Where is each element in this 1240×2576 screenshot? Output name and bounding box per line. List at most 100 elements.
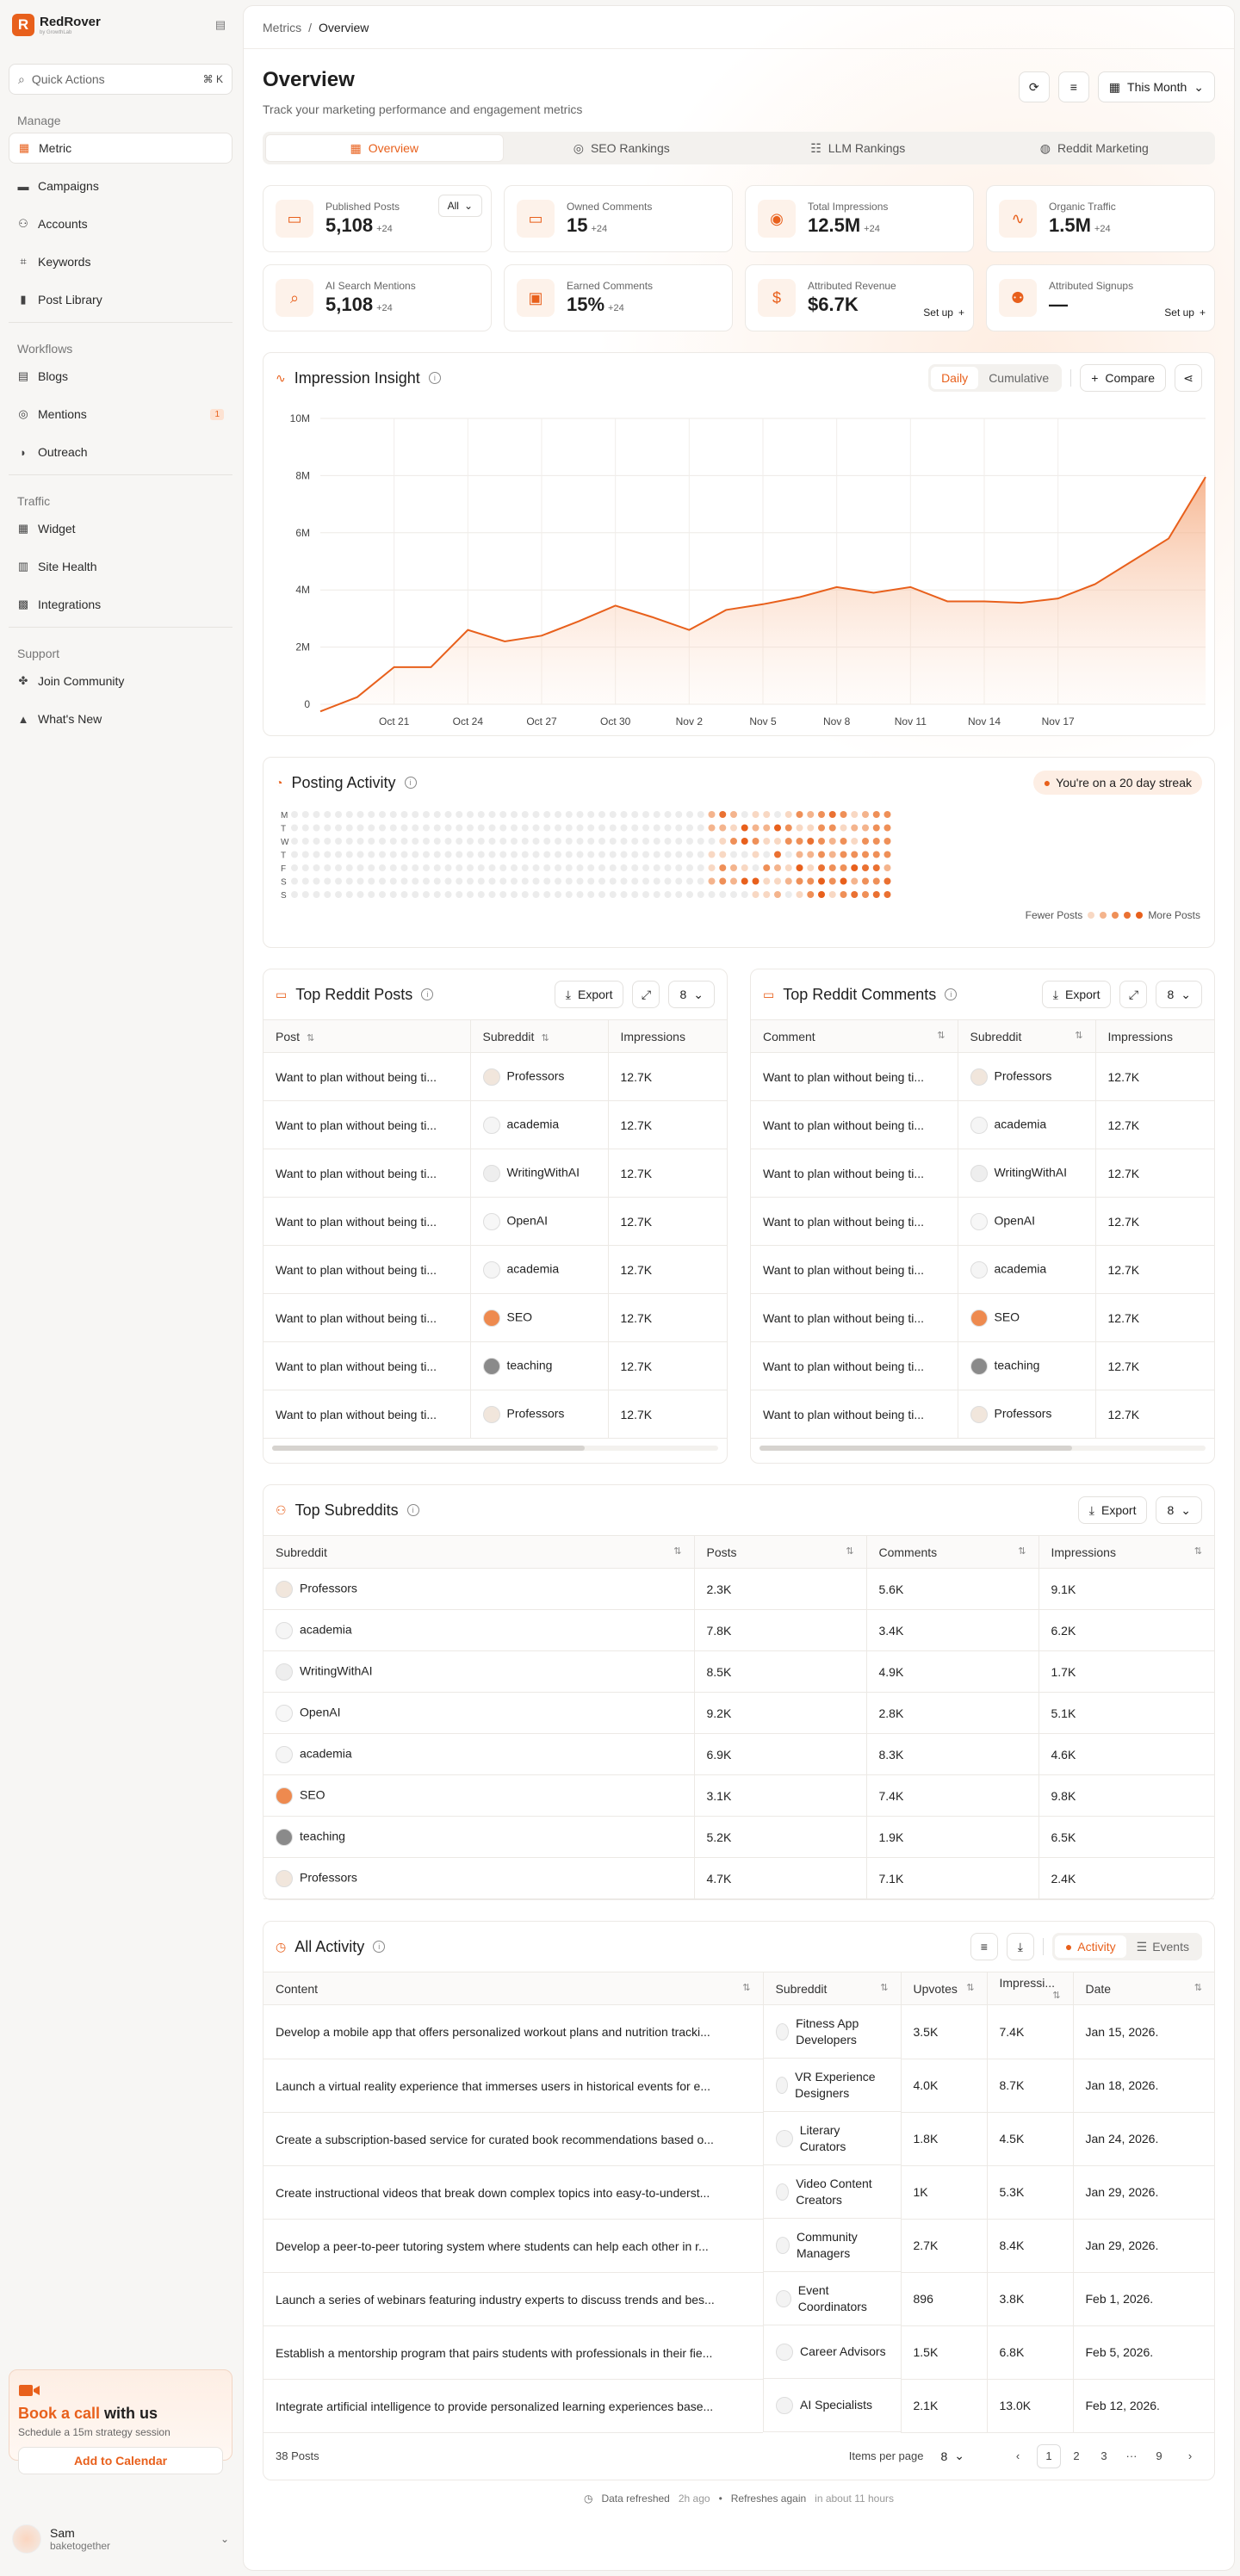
table-row[interactable]: Want to plan without being ti... teaching… — [751, 1341, 1214, 1390]
table-row[interactable]: Create a subscription-based service for … — [264, 2112, 1214, 2166]
table-row[interactable]: Want to plan without being ti... teaching… — [264, 1341, 727, 1390]
sidebar-item-mentions[interactable]: ◎ Mentions 1 — [9, 399, 232, 430]
sidebar-item-blogs[interactable]: ▤ Blogs — [9, 361, 232, 392]
tab-seo-rankings[interactable]: ◎ SEO Rankings — [504, 134, 741, 162]
sidebar-item-campaigns[interactable]: ▬ Campaigns — [9, 170, 232, 201]
table-row[interactable]: Want to plan without being ti... academia… — [751, 1245, 1214, 1294]
tab-events[interactable]: ☰ Events — [1126, 1935, 1200, 1958]
sidebar-item-outreach[interactable]: ◗ Outreach — [9, 437, 232, 468]
page-number[interactable]: 3 — [1092, 2444, 1116, 2468]
table-row[interactable]: Integrate artificial intelligence to pro… — [264, 2379, 1214, 2433]
quick-actions-button[interactable]: ⌕ Quick Actions ⌘ K — [9, 64, 232, 95]
filter-button[interactable]: ≡ — [1057, 71, 1089, 102]
table-row[interactable]: academia 6.9K 8.3K 4.6K — [264, 1733, 1214, 1775]
tab-activity[interactable]: ● Activity — [1054, 1935, 1126, 1958]
date-range-select[interactable]: ▦ This Month ⌄ — [1097, 71, 1215, 102]
table-row[interactable]: Want to plan without being ti... Professo… — [751, 1390, 1214, 1439]
column-header[interactable]: Date ⇅ — [1072, 1972, 1214, 2005]
table-row[interactable]: Establish a mentorship program that pair… — [264, 2325, 1214, 2380]
column-header[interactable]: Content ⇅ — [264, 1972, 763, 2005]
table-row[interactable]: Want to plan without being ti... WritingW… — [751, 1149, 1214, 1198]
horizontal-scrollbar[interactable] — [760, 1446, 1206, 1451]
column-header[interactable]: Comment ⇅ — [751, 1019, 958, 1053]
tab-reddit-marketing[interactable]: ◍ Reddit Marketing — [976, 134, 1213, 162]
prev-page-icon[interactable]: ‹ — [1006, 2444, 1030, 2468]
table-row[interactable]: Want to plan without being ti... SEO 12.7K — [751, 1293, 1214, 1342]
table-row[interactable]: Professors 4.7K 7.1K 2.4K — [264, 1857, 1214, 1899]
logo[interactable]: R RedRover by GrowthLab — [12, 14, 101, 36]
table-row[interactable]: SEO 3.1K 7.4K 9.8K — [264, 1774, 1214, 1817]
sidebar-item-integrations[interactable]: ▩ Integrations — [9, 589, 232, 620]
export-button[interactable]: ⤓ Export — [554, 981, 624, 1008]
table-row[interactable]: Want to plan without being ti... academia… — [751, 1100, 1214, 1149]
column-header[interactable]: Impressions — [1094, 1019, 1214, 1053]
info-icon[interactable]: i — [404, 777, 417, 789]
refresh-button[interactable]: ⟳ — [1018, 71, 1050, 102]
column-header[interactable]: Impressi... ⇅ — [986, 1972, 1073, 2005]
table-row[interactable]: Want to plan without being ti... academia… — [264, 1100, 727, 1149]
page-number[interactable]: 1 — [1037, 2443, 1061, 2468]
table-row[interactable]: Launch a virtual reality experience that… — [264, 2059, 1214, 2113]
info-icon[interactable]: i — [428, 372, 441, 384]
column-header[interactable]: Post ⇅ — [264, 1019, 470, 1053]
table-row[interactable]: Want to plan without being ti... SEO 12.7K — [264, 1293, 727, 1342]
breadcrumb-metrics[interactable]: Metrics — [263, 21, 301, 34]
info-icon[interactable]: i — [421, 988, 434, 1000]
table-row[interactable]: Want to plan without being ti... WritingW… — [264, 1149, 727, 1198]
page-number[interactable]: 2 — [1064, 2444, 1088, 2468]
table-row[interactable]: Develop a mobile app that offers persona… — [264, 2004, 1214, 2059]
rows-select[interactable]: 8 ⌄ — [1156, 1496, 1202, 1524]
sidebar-item-post-library[interactable]: ▮ Post Library — [9, 284, 232, 315]
setup-link[interactable]: Set up + — [1164, 307, 1206, 319]
sidebar-item-widget[interactable]: ▦ Widget — [9, 513, 232, 544]
rows-select[interactable]: 8 ⌄ — [1156, 981, 1202, 1008]
column-header[interactable]: Comments ⇅ — [865, 1535, 1038, 1569]
table-row[interactable]: Launch a series of webinars featuring in… — [264, 2272, 1214, 2326]
expand-button[interactable]: ⤢ — [1119, 981, 1148, 1008]
rows-select[interactable]: 8 ⌄ — [668, 981, 715, 1008]
tab-overview[interactable]: ▦ Overview — [265, 134, 504, 162]
info-icon[interactable]: i — [373, 1941, 386, 1953]
filter-button[interactable]: ≡ — [970, 1933, 998, 1960]
tab-llm-rankings[interactable]: ☷ LLM Rankings — [740, 134, 976, 162]
table-row[interactable]: Want to plan without being ti... Professo… — [751, 1052, 1214, 1101]
page-number[interactable]: 9 — [1147, 2444, 1171, 2468]
sidebar-item-what-s-new[interactable]: ▲ What's New — [9, 703, 232, 734]
horizontal-scrollbar[interactable] — [272, 1446, 718, 1451]
table-row[interactable]: Want to plan without being ti... OpenAI 12… — [751, 1197, 1214, 1246]
user-menu[interactable]: Sam baketogether ⌄ — [12, 2524, 229, 2554]
column-header[interactable]: Posts ⇅ — [693, 1535, 866, 1569]
compare-button[interactable]: + Compare — [1080, 364, 1166, 392]
next-page-icon[interactable]: › — [1178, 2444, 1202, 2468]
items-per-page-select[interactable]: 8 ⌄ — [930, 2442, 975, 2470]
table-row[interactable]: Want to plan without being ti... OpenAI 12… — [264, 1197, 727, 1246]
table-row[interactable]: Want to plan without being ti... academia… — [264, 1245, 727, 1294]
sidebar-collapse-icon[interactable]: ▤ — [212, 16, 229, 34]
table-row[interactable]: Develop a peer-to-peer tutoring system w… — [264, 2219, 1214, 2273]
sidebar-item-site-health[interactable]: ▥ Site Health — [9, 551, 232, 582]
column-header[interactable]: Impressions — [607, 1019, 727, 1053]
info-icon[interactable]: i — [406, 1504, 419, 1516]
export-button[interactable]: ⤓ Export — [1077, 1496, 1148, 1524]
stat-filter-select[interactable]: All ⌄ — [437, 195, 482, 217]
column-header[interactable]: Subreddit ⇅ — [762, 1972, 901, 2005]
table-row[interactable]: Want to plan without being ti... Professo… — [264, 1052, 727, 1101]
column-header[interactable]: Subreddit ⇅ — [469, 1019, 608, 1053]
table-row[interactable]: Create instructional videos that break d… — [264, 2165, 1214, 2220]
sidebar-item-join-community[interactable]: ✤ Join Community — [9, 666, 232, 697]
table-row[interactable]: academia 7.8K 3.4K 6.2K — [264, 1609, 1214, 1651]
column-header[interactable]: Subreddit ⇅ — [957, 1019, 1095, 1053]
expand-button[interactable]: ⤢ — [632, 981, 660, 1008]
table-row[interactable]: Want to plan without being ti... Professo… — [264, 1390, 727, 1439]
column-header[interactable]: Upvotes ⇅ — [900, 1972, 987, 2005]
table-row[interactable]: OpenAI 9.2K 2.8K 5.1K — [264, 1692, 1214, 1734]
table-row[interactable]: WritingWithAI 8.5K 4.9K 1.7K — [264, 1650, 1214, 1693]
share-button[interactable]: ⋖ — [1175, 364, 1202, 392]
page-number[interactable]: ··· — [1119, 2444, 1144, 2468]
sidebar-item-metric[interactable]: ▦ Metric — [9, 133, 232, 164]
column-header[interactable]: Subreddit ⇅ — [264, 1535, 694, 1569]
download-button[interactable]: ⤓ — [1006, 1933, 1034, 1960]
sidebar-item-accounts[interactable]: ⚇ Accounts — [9, 208, 232, 239]
table-row[interactable]: teaching 5.2K 1.9K 6.5K — [264, 1816, 1214, 1858]
info-icon[interactable]: i — [945, 988, 958, 1000]
